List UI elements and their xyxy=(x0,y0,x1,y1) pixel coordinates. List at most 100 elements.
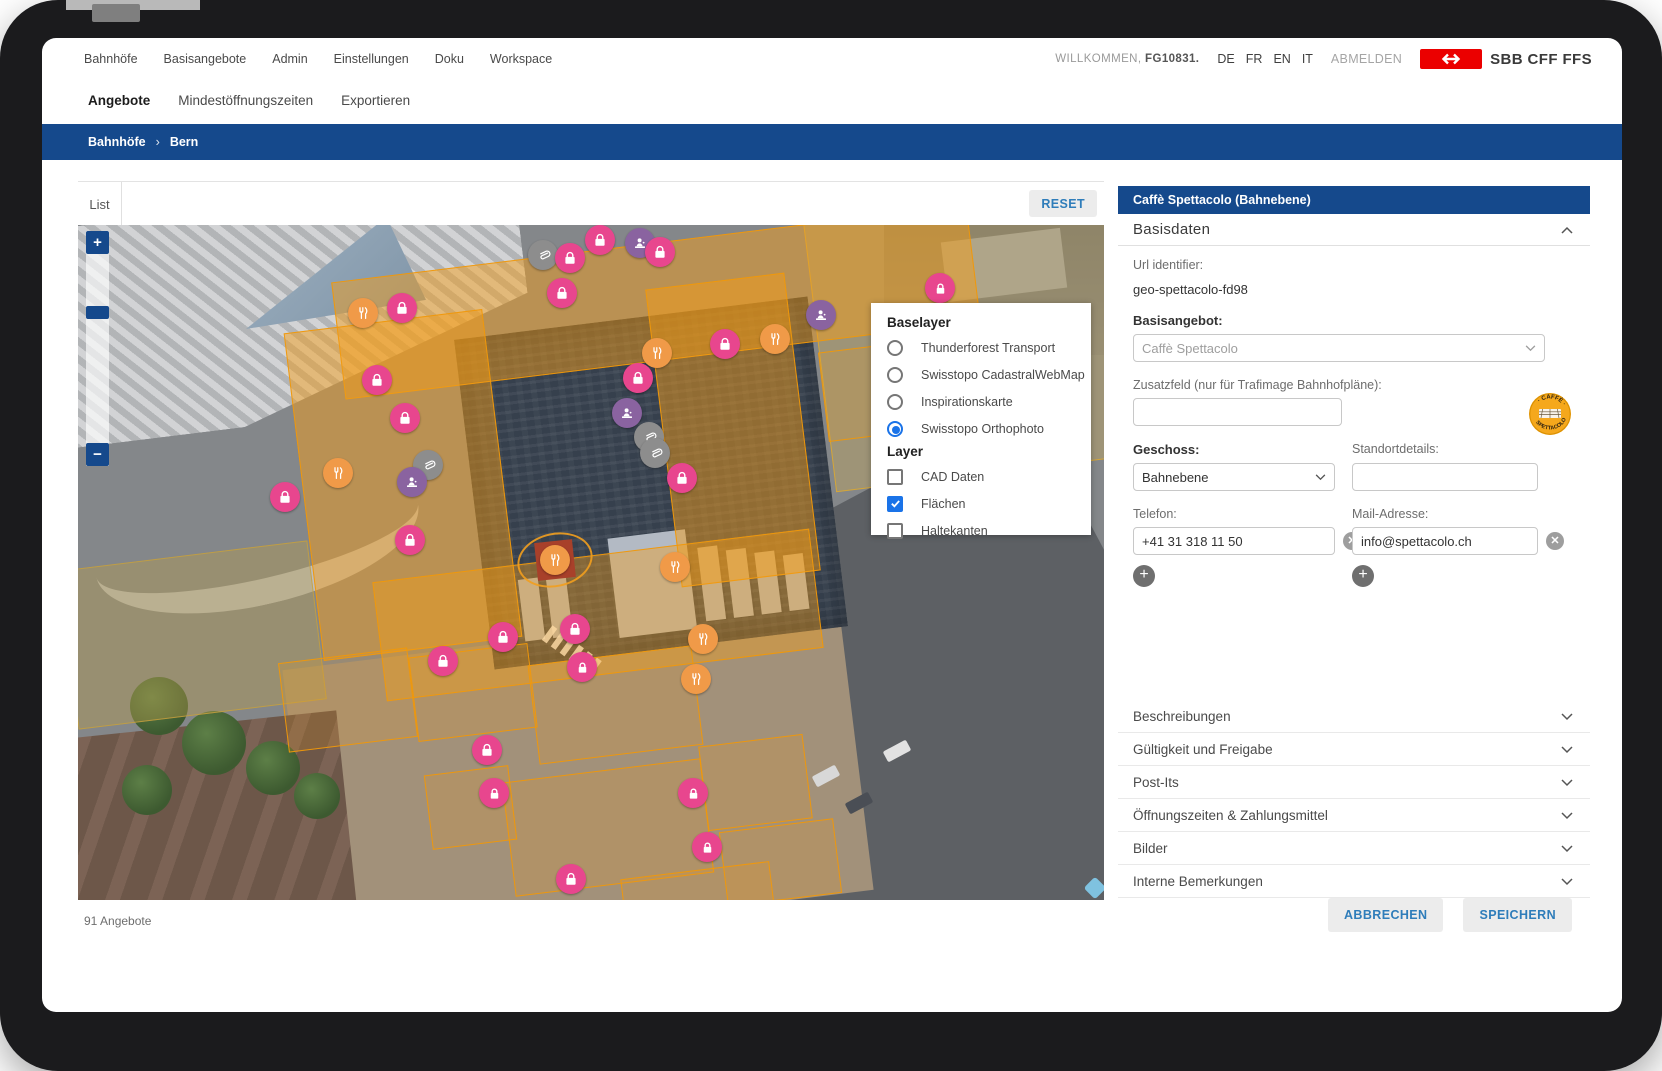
section-interne-bemerkungen[interactable]: Interne Bemerkungen xyxy=(1118,865,1590,898)
map-canvas[interactable]: + − Baselayer Thunderforest Transport Sw… xyxy=(78,225,1104,900)
map-pin-bag[interactable] xyxy=(390,403,420,433)
reset-button[interactable]: RESET xyxy=(1029,190,1097,217)
geschoss-label: Geschoss: xyxy=(1133,442,1335,457)
map-pin-lock[interactable] xyxy=(692,832,722,862)
map-pin-clip[interactable] xyxy=(640,438,670,468)
map-pin-bag[interactable] xyxy=(428,646,458,676)
map-pin-bag[interactable] xyxy=(645,237,675,267)
checkbox-flaechen[interactable] xyxy=(887,496,903,512)
breadcrumb-root[interactable]: Bahnhöfe xyxy=(88,135,146,149)
map-pin-bag[interactable] xyxy=(710,329,740,359)
section-post-its[interactable]: Post-Its xyxy=(1118,766,1590,799)
radio-cadastral[interactable] xyxy=(887,367,903,383)
map-pin-bag[interactable] xyxy=(387,293,417,323)
section-bilder[interactable]: Bilder xyxy=(1118,832,1590,865)
map-pin-bag[interactable] xyxy=(395,525,425,555)
section-gueltigkeit[interactable]: Gültigkeit und Freigabe xyxy=(1118,733,1590,766)
clear-mail-icon[interactable]: ✕ xyxy=(1546,532,1564,550)
nav-basisangebote[interactable]: Basisangebote xyxy=(164,52,247,66)
save-button[interactable]: SPEICHERN xyxy=(1463,898,1572,932)
checkbox-cad-daten[interactable] xyxy=(887,469,903,485)
map-pin-blue[interactable] xyxy=(1084,877,1104,900)
cancel-button[interactable]: ABBRECHEN xyxy=(1328,898,1443,932)
breadcrumb: Bahnhöfe › Bern xyxy=(42,124,1622,160)
baselayer-option-inspirationskarte: Inspirationskarte xyxy=(887,388,1091,415)
section-basisdaten[interactable]: Basisdaten xyxy=(1118,214,1590,246)
map-pin-bag[interactable] xyxy=(472,735,502,765)
nav-workspace[interactable]: Workspace xyxy=(490,52,552,66)
logout-link[interactable]: ABMELDEN xyxy=(1331,52,1402,66)
standortdetails-input[interactable] xyxy=(1352,463,1538,491)
map-pin-fork[interactable] xyxy=(323,458,353,488)
map-pin-bag[interactable] xyxy=(270,482,300,512)
map-pin-clip[interactable] xyxy=(528,240,558,270)
map-pin-bag[interactable] xyxy=(488,622,518,652)
chevron-down-icon xyxy=(1525,345,1536,352)
map-pin-person[interactable] xyxy=(612,398,642,428)
radio-thunderforest[interactable] xyxy=(887,340,903,356)
radio-orthophoto[interactable] xyxy=(887,421,903,437)
map-pin-fork[interactable] xyxy=(760,324,790,354)
add-telefon-button[interactable]: + xyxy=(1133,565,1155,587)
baselayer-option-thunderforest: Thunderforest Transport xyxy=(887,334,1091,361)
top-navigation: Bahnhöfe Basisangebote Admin Einstellung… xyxy=(42,38,1622,80)
radio-inspirationskarte[interactable] xyxy=(887,394,903,410)
map-pin-lock[interactable] xyxy=(567,652,597,682)
map-pin-bag[interactable] xyxy=(623,363,653,393)
geschoss-select[interactable]: Bahnebene xyxy=(1133,463,1335,491)
lang-en[interactable]: EN xyxy=(1273,52,1290,66)
telefon-label: Telefon: xyxy=(1133,507,1335,521)
map-pin-fork[interactable] xyxy=(348,298,378,328)
sbb-logo[interactable]: SBB CFF FFS xyxy=(1420,49,1592,69)
map-pin-bag[interactable] xyxy=(585,225,615,255)
collapsed-sections: Beschreibungen Gültigkeit und Freigabe P… xyxy=(1118,700,1590,898)
map-pin-lock[interactable] xyxy=(678,778,708,808)
section-beschreibungen[interactable]: Beschreibungen xyxy=(1118,700,1590,733)
map-pin-fork[interactable] xyxy=(681,664,711,694)
zusatzfeld-input[interactable] xyxy=(1133,398,1342,426)
add-mail-button[interactable]: + xyxy=(1352,565,1374,587)
detail-panel: Caffè Spettacolo (Bahnebene) Basisdaten … xyxy=(1118,186,1590,956)
map-pin-lock[interactable] xyxy=(479,778,509,808)
zoom-in-button[interactable]: + xyxy=(86,231,109,254)
basisangebot-select[interactable]: Caffè Spettacolo xyxy=(1133,334,1545,362)
section-oeffnungszeiten[interactable]: Öffnungszeiten & Zahlungsmittel xyxy=(1118,799,1590,832)
map-pin-bag[interactable] xyxy=(556,864,586,894)
nav-bahnhoefe[interactable]: Bahnhöfe xyxy=(84,52,138,66)
map-pin-fork[interactable] xyxy=(660,552,690,582)
zoom-control: + − xyxy=(86,231,109,466)
map-pin-bag[interactable] xyxy=(667,463,697,493)
detail-panel-header: Caffè Spettacolo (Bahnebene) xyxy=(1118,186,1590,214)
nav-doku[interactable]: Doku xyxy=(435,52,464,66)
detail-panel-title: Caffè Spettacolo (Bahnebene) xyxy=(1133,193,1311,207)
nav-einstellungen[interactable]: Einstellungen xyxy=(334,52,409,66)
zoom-out-button[interactable]: − xyxy=(86,443,109,466)
tab-angebote[interactable]: Angebote xyxy=(88,93,150,108)
map-pin-person[interactable] xyxy=(806,300,836,330)
map-pin-bag[interactable] xyxy=(547,278,577,308)
map-pin-fork[interactable] xyxy=(642,338,672,368)
chevron-down-icon xyxy=(1561,808,1573,823)
map-pin-lock[interactable] xyxy=(925,273,955,303)
list-tab[interactable]: List xyxy=(78,182,122,226)
lang-de[interactable]: DE xyxy=(1217,52,1234,66)
screenshot-stage: Bahnhöfe Basisangebote Admin Einstellung… xyxy=(0,0,1662,1071)
map-pin-bag[interactable] xyxy=(555,243,585,273)
map-pin-person[interactable] xyxy=(397,467,427,497)
map-pin-bag[interactable] xyxy=(560,614,590,644)
checkbox-haltekanten[interactable] xyxy=(887,523,903,539)
zusatzfeld-label: Zusatzfeld (nur für Trafimage Bahnhofplä… xyxy=(1133,378,1562,392)
telefon-input[interactable] xyxy=(1133,527,1335,555)
zoom-slider-handle[interactable] xyxy=(86,306,109,319)
app-screen: Bahnhöfe Basisangebote Admin Einstellung… xyxy=(42,38,1622,1012)
tab-mindestoeffnungszeiten[interactable]: Mindestöffnungszeiten xyxy=(178,93,313,108)
mail-input[interactable] xyxy=(1352,527,1538,555)
map-pin-bag[interactable] xyxy=(362,365,392,395)
lang-it[interactable]: IT xyxy=(1302,52,1313,66)
map-pin-fork[interactable] xyxy=(688,624,718,654)
lang-fr[interactable]: FR xyxy=(1246,52,1263,66)
basisdaten-body: Url identifier: geo-spettacolo-fd98 Basi… xyxy=(1118,258,1590,587)
nav-admin[interactable]: Admin xyxy=(272,52,307,66)
tab-exportieren[interactable]: Exportieren xyxy=(341,93,410,108)
chevron-down-icon xyxy=(1561,775,1573,790)
